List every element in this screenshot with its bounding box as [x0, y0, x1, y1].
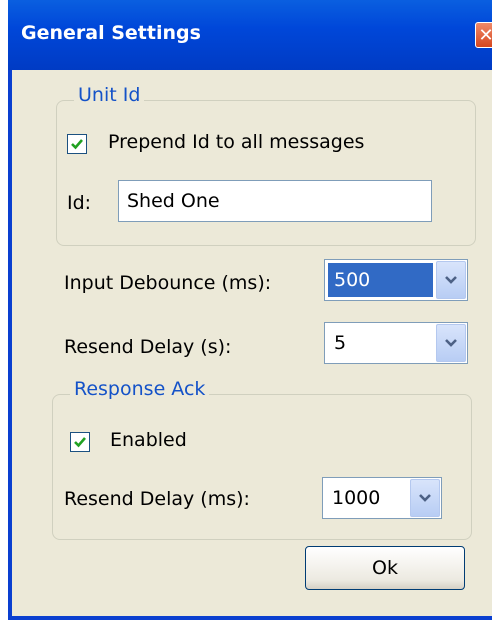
chevron-down-icon — [445, 276, 457, 284]
chevron-down-icon — [419, 494, 431, 502]
checkmark-icon — [74, 437, 86, 448]
ok-button[interactable]: Ok — [305, 546, 465, 590]
close-button[interactable]: ✕ — [475, 22, 492, 48]
prepend-id-checkbox[interactable] — [67, 134, 87, 154]
resend-delay-label: Resend Delay (s): — [64, 336, 232, 358]
dialog-window: General Settings ✕ Unit Id Prepend Id to… — [8, 0, 492, 620]
input-debounce-select[interactable]: 500 — [324, 259, 468, 301]
response-ack-enabled-checkbox[interactable] — [70, 432, 90, 452]
id-field[interactable]: Shed One — [118, 180, 432, 222]
close-icon: ✕ — [478, 24, 492, 46]
checkmark-icon — [71, 139, 83, 150]
input-debounce-dropdown-button[interactable] — [436, 261, 466, 299]
response-ack-enabled-label[interactable]: Enabled — [110, 429, 187, 451]
unit-id-group — [56, 100, 476, 246]
input-debounce-label: Input Debounce (ms): — [64, 272, 272, 294]
dialog-body: Unit Id Prepend Id to all messages Id: S… — [12, 70, 492, 616]
title-bar[interactable]: General Settings ✕ — [8, 0, 492, 70]
ack-resend-delay-value: 1000 — [332, 487, 381, 509]
ack-resend-delay-label: Resend Delay (ms): — [64, 488, 250, 510]
ok-button-label: Ok — [372, 557, 398, 579]
resend-delay-dropdown-button[interactable] — [436, 324, 466, 362]
unit-id-group-label: Unit Id — [74, 84, 145, 106]
prepend-id-label[interactable]: Prepend Id to all messages — [108, 131, 364, 153]
chevron-down-icon — [445, 339, 457, 347]
input-debounce-value: 500 — [328, 263, 433, 297]
dialog-title: General Settings — [21, 22, 201, 44]
ack-resend-delay-dropdown-button[interactable] — [410, 479, 440, 517]
resend-delay-value: 5 — [334, 332, 347, 354]
response-ack-group-label: Response Ack — [70, 378, 210, 400]
ack-resend-delay-select[interactable]: 1000 — [322, 477, 442, 519]
id-label: Id: — [67, 192, 92, 214]
resend-delay-select[interactable]: 5 — [324, 322, 468, 364]
